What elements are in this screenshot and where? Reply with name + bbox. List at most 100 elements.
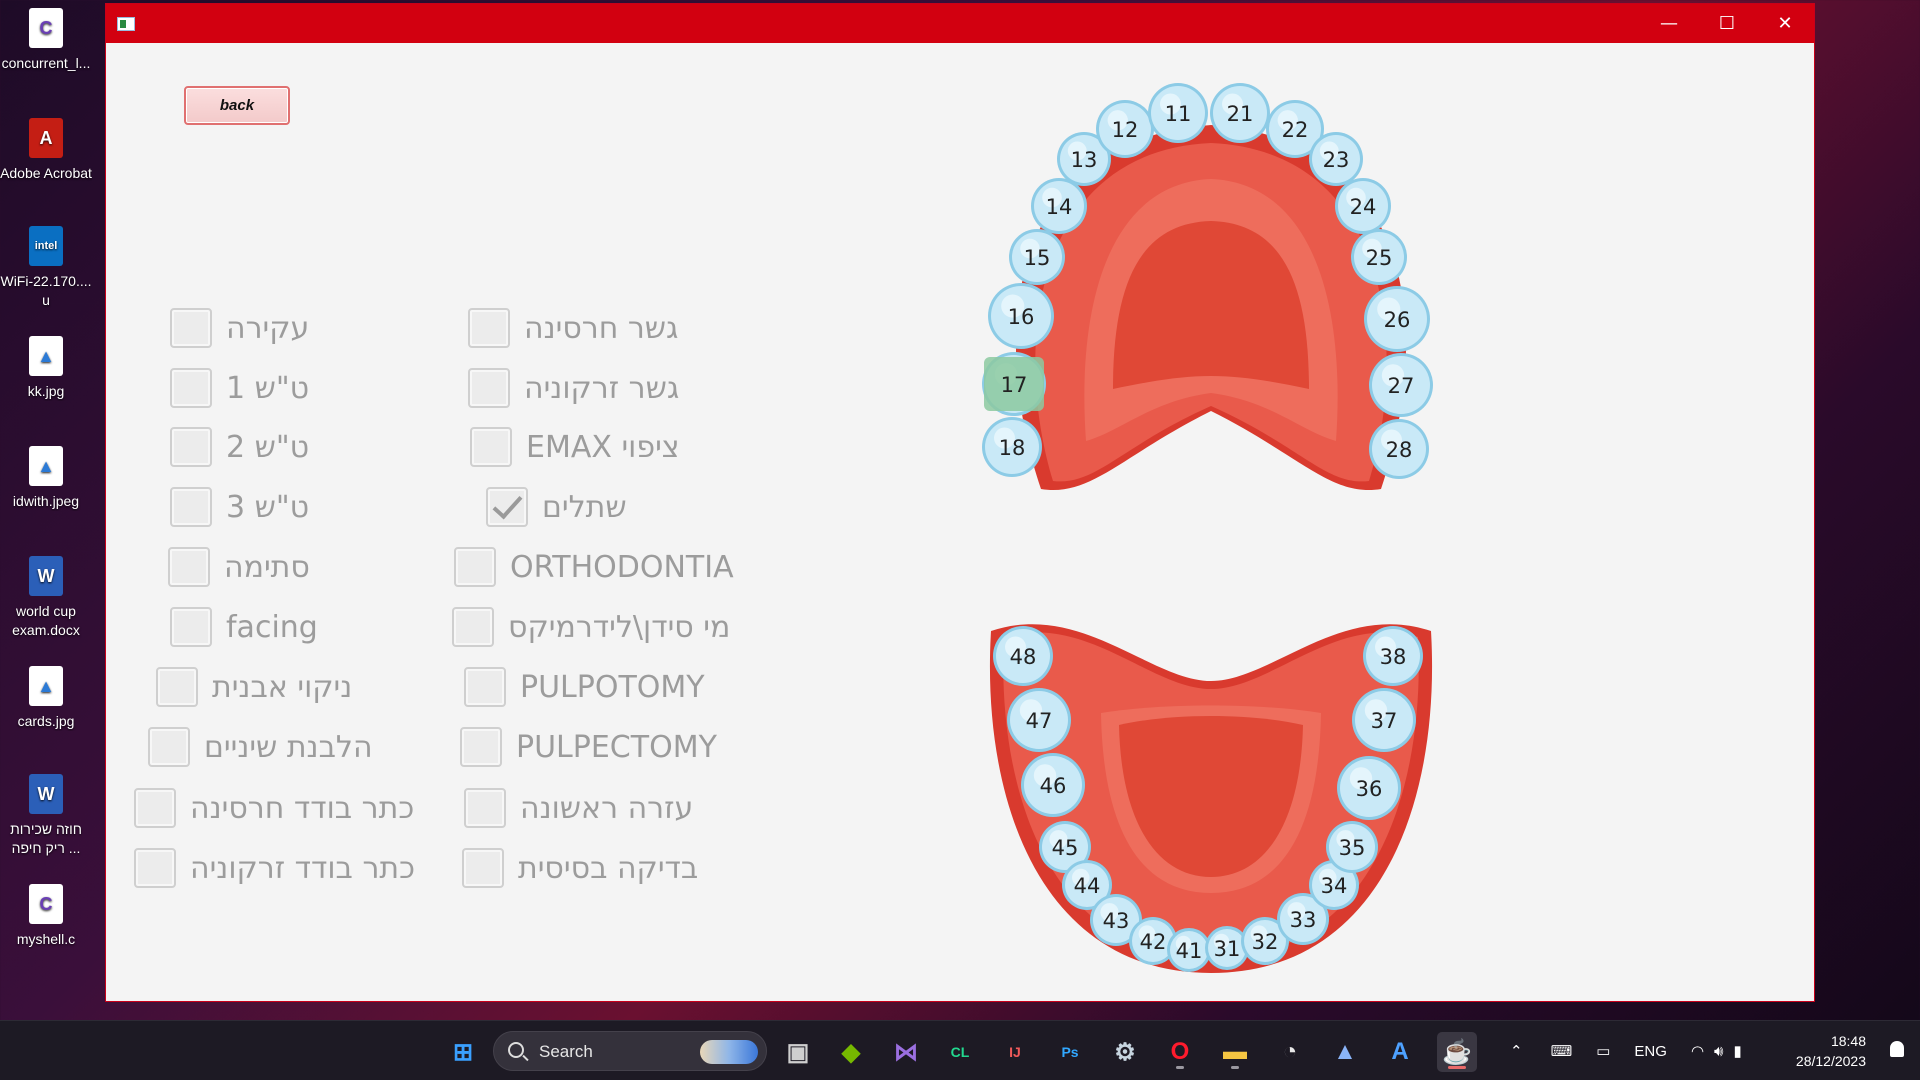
desktop-icon[interactable]: ▲ idwith.jpeg [0, 446, 92, 511]
tooth-number[interactable]: 43 [1103, 909, 1130, 933]
tooth-number[interactable]: 34 [1321, 874, 1348, 898]
tooth-number[interactable]: 11 [1165, 102, 1192, 126]
chevron-up-icon[interactable]: ⌃ [1510, 1042, 1523, 1060]
ai-assistant-icon[interactable]: A [1380, 1032, 1420, 1072]
image-file-icon: ▲ [29, 666, 63, 706]
tooth-number[interactable]: 18 [999, 436, 1026, 460]
clock[interactable]: 18:48 28/12/2023 [1796, 1031, 1866, 1071]
desktop-icon-label: WiFi-22.170.... u [0, 273, 92, 308]
desktop-icon[interactable]: ▲ kk.jpg [0, 336, 92, 401]
tooth-number[interactable]: 12 [1112, 118, 1139, 142]
tooth-number[interactable]: 38 [1380, 645, 1407, 669]
tooth-number[interactable]: 26 [1384, 308, 1411, 332]
running-indicator [1448, 1066, 1466, 1069]
intellij-icon[interactable]: IJ [995, 1032, 1035, 1072]
volume-icon[interactable]: 🔊︎ [1714, 1043, 1723, 1060]
clion-icon[interactable]: CL [940, 1032, 980, 1072]
app-window: — ☐ ✕ back עקירה ט"ש 1 ט"ש 2 ט"ש 3 סתימה faci… [105, 3, 1815, 1002]
desktop-icon[interactable]: A Adobe Acrobat [0, 118, 92, 183]
desktop-icon[interactable]: Cmyshell.c [0, 884, 92, 949]
visual-studio-icon[interactable]: ⋈ [886, 1032, 926, 1072]
file-explorer-icon[interactable]: ▬ [1215, 1032, 1255, 1072]
clock-date: 28/12/2023 [1795, 1053, 1866, 1069]
desktop-icon[interactable]: ▲ cards.jpg [0, 666, 92, 731]
tooth-number[interactable]: 42 [1140, 930, 1167, 954]
tooth-number[interactable]: 37 [1371, 709, 1398, 733]
notification-bell-icon[interactable] [1890, 1041, 1904, 1057]
tooth-number[interactable]: 44 [1074, 874, 1101, 898]
photoshop-icon[interactable]: Ps [1050, 1032, 1090, 1072]
java-app-icon [117, 16, 135, 31]
tooth-number[interactable]: 32 [1252, 930, 1279, 954]
wifi-icon[interactable]: ◠ [1691, 1042, 1704, 1060]
running-indicator [1231, 1066, 1239, 1069]
tooth-number[interactable]: 35 [1339, 836, 1366, 860]
desktop-icon-label: cards.jpg [17, 713, 75, 729]
tooth-number[interactable]: 47 [1026, 709, 1053, 733]
tooth-number[interactable]: 31 [1214, 937, 1241, 961]
tooth-number[interactable]: 16 [1008, 305, 1035, 329]
running-indicator [1176, 1066, 1184, 1069]
language-indicator[interactable]: ENG [1634, 1043, 1667, 1060]
nvidia-icon[interactable]: ◆ [831, 1032, 871, 1072]
clock-time: 18:48 [1830, 1033, 1866, 1049]
tooth-number[interactable]: 45 [1052, 836, 1079, 860]
tooth-number[interactable]: 27 [1388, 374, 1415, 398]
task-view-icon[interactable]: ▣ [778, 1032, 818, 1072]
desktop-icon[interactable]: intel WiFi-22.170.... u [0, 226, 92, 310]
clock-app-icon[interactable]: ◔ [1270, 1032, 1310, 1072]
tooth-number[interactable]: 33 [1290, 908, 1317, 932]
close-button[interactable]: ✕ [1756, 4, 1814, 43]
tooth-number[interactable]: 14 [1046, 195, 1073, 219]
system-tray: ⌃ ⌨ ▭ ENG ◠ 🔊︎ ▮ [1510, 1021, 1742, 1080]
keyboard-icon[interactable]: ⌨ [1551, 1042, 1573, 1060]
desktop-icon[interactable]: W חוזה שכירות ריק חיפה ... [0, 774, 92, 858]
desktop-icon-label: idwith.jpeg [12, 493, 80, 509]
java-app-icon[interactable]: ☕ [1437, 1032, 1477, 1072]
tooth-number[interactable]: 28 [1386, 438, 1413, 462]
tooth-number[interactable]: 36 [1356, 777, 1383, 801]
battery-icon[interactable]: ▮ [1733, 1042, 1741, 1060]
desktop-icon[interactable]: Cconcurrent_l... [0, 8, 92, 73]
desktop-icon-label: myshell.c [16, 931, 76, 947]
desktop-icon[interactable]: Wworld cup exam.docx [0, 556, 92, 640]
taskbar-search[interactable]: Search [493, 1031, 767, 1071]
word-document-icon: W [29, 774, 63, 814]
chart-app-icon[interactable]: ▲ [1325, 1032, 1365, 1072]
window-controls: — ☐ ✕ [1640, 4, 1814, 43]
tooth-number[interactable]: 22 [1282, 118, 1309, 142]
steam-icon[interactable]: ⚙ [1105, 1032, 1145, 1072]
desktop-icon-label: Adobe Acrobat [0, 165, 92, 181]
desktop-icon-label: concurrent_l... [1, 55, 91, 71]
search-highlight-art [700, 1040, 758, 1064]
tooth-number[interactable]: 41 [1176, 939, 1203, 963]
tooth-number[interactable]: 48 [1010, 645, 1037, 669]
image-file-icon: ▲ [29, 446, 63, 486]
tooth-number[interactable]: 13 [1071, 148, 1098, 172]
title-bar[interactable]: — ☐ ✕ [106, 4, 1814, 43]
desktop-icon-label: חוזה שכירות ריק חיפה ... [10, 821, 82, 856]
opera-icon[interactable]: O [1160, 1032, 1200, 1072]
tooth-number[interactable]: 15 [1024, 246, 1051, 270]
desktop-icon-label: world cup exam.docx [12, 603, 80, 638]
tooth-number[interactable]: 46 [1040, 774, 1067, 798]
tooth-number[interactable]: 21 [1227, 102, 1254, 126]
taskbar: Search ⊞ ▣ ◆ ⋈ CL IJ Ps ⚙ O ▬ ◔ ▲ A ☕ ⌃ ⌨ ▭ ENG ◠ 🔊︎ … [0, 1020, 1920, 1080]
maximize-button[interactable]: ☐ [1698, 4, 1756, 43]
tooth-number[interactable]: 25 [1366, 246, 1393, 270]
minimize-button[interactable]: — [1640, 4, 1698, 43]
word-document-icon: W [29, 556, 63, 596]
windows-start-icon[interactable]: ⊞ [443, 1032, 483, 1072]
image-file-icon: ▲ [29, 336, 63, 376]
tooth-number[interactable]: 24 [1350, 195, 1377, 219]
c-source-file-icon: C [29, 8, 63, 48]
adobe-acrobat-icon: A [29, 118, 63, 158]
tooth-number[interactable]: 17 [1001, 373, 1028, 397]
c-source-file-icon: C [29, 884, 63, 924]
search-icon [508, 1042, 524, 1058]
search-placeholder: Search [539, 1042, 593, 1061]
tablet-icon[interactable]: ▭ [1596, 1042, 1610, 1060]
desktop-icon-label: kk.jpg [27, 383, 65, 399]
tooth-number[interactable]: 23 [1323, 148, 1350, 172]
intel-wifi-installer-icon: intel [29, 226, 63, 266]
